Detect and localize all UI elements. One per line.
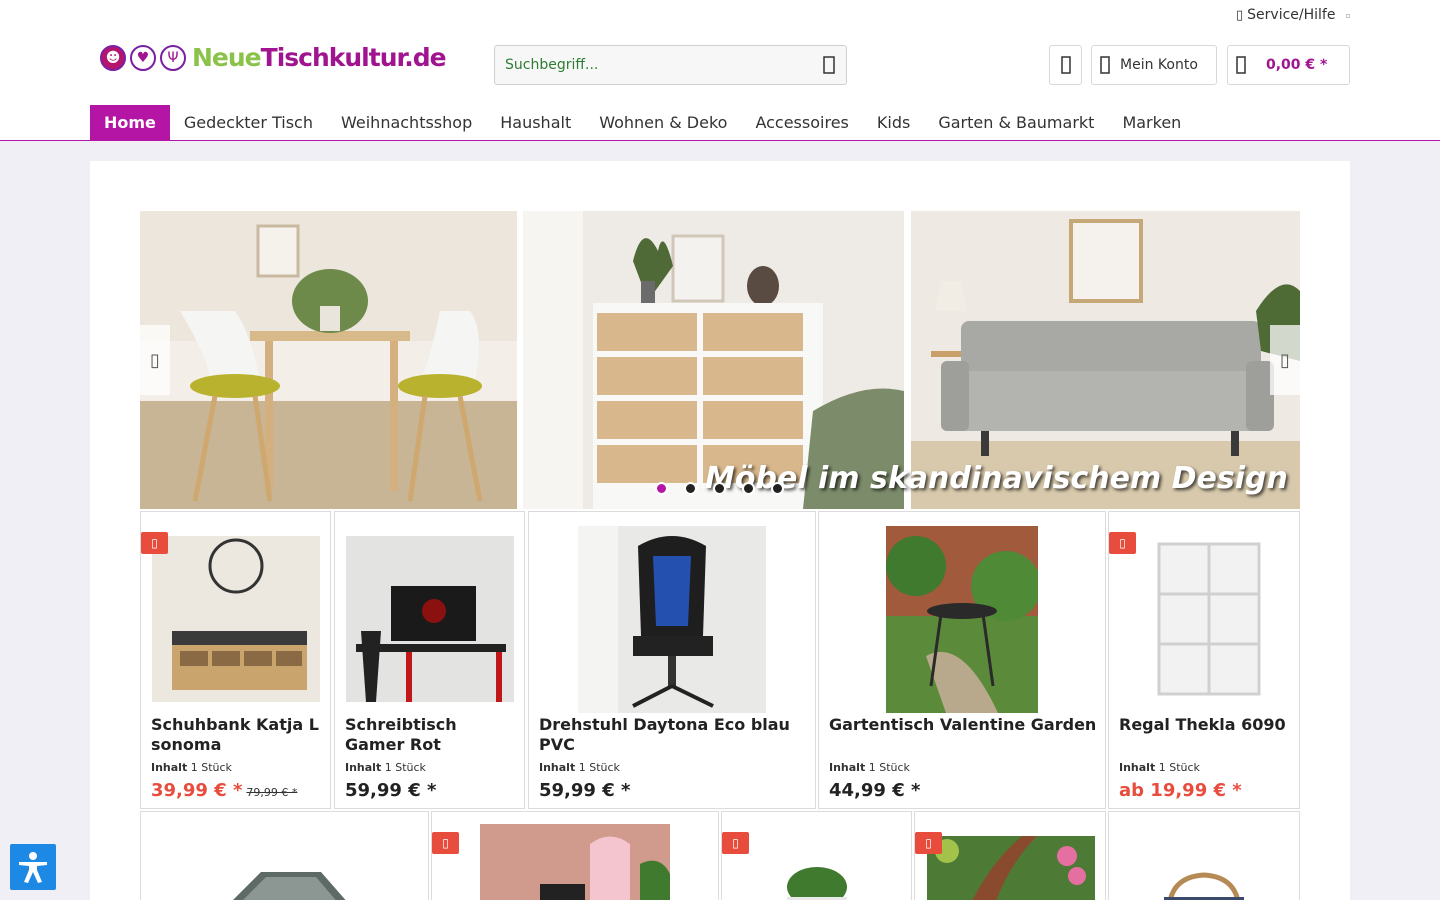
product-content: Inhalt 1 Stück	[539, 761, 620, 774]
slider-dot[interactable]	[771, 482, 784, 495]
product-content: Inhalt 1 Stück	[151, 761, 232, 774]
product-image	[1164, 872, 1244, 900]
wishlist-button[interactable]	[1049, 45, 1082, 85]
nav-underline	[0, 140, 1440, 141]
nav-item-garten-baumarkt[interactable]: Garten & Baumarkt	[924, 105, 1108, 140]
slider-prev-button[interactable]: ▯	[140, 325, 170, 395]
product-name[interactable]: Schuhbank Katja L sonoma	[151, 715, 326, 755]
product-card[interactable]	[140, 811, 429, 900]
product-image	[886, 526, 1038, 713]
product-image	[152, 536, 320, 702]
product-card[interactable]: ▯ Schuhbank Katja L sonoma Inhalt 1 Stüc…	[140, 511, 331, 809]
product-image	[927, 836, 1095, 900]
slider-dot[interactable]	[655, 482, 668, 495]
discount-badge: ▯	[432, 832, 459, 854]
nav-item-kids[interactable]: Kids	[863, 105, 924, 140]
search-input[interactable]	[495, 46, 812, 84]
question-icon: ▯	[1236, 7, 1244, 23]
product-card[interactable]	[1108, 811, 1300, 900]
discount-badge: ▯	[722, 832, 749, 854]
product-price: ab 19,99 € *	[1119, 780, 1242, 801]
product-card[interactable]: ▯ Regal Thekla 6090 Inhalt 1 Stück ab 19…	[1108, 511, 1300, 809]
product-name[interactable]: Schreibtisch Gamer Rot	[345, 715, 520, 755]
heart-icon	[1060, 56, 1071, 74]
slide-caption: Möbel im skandinavischem Design	[705, 461, 1288, 496]
product-image	[578, 526, 766, 713]
product-card[interactable]: Gartentisch Valentine Garden Inhalt 1 St…	[818, 511, 1106, 809]
header: ▯ Service/Hilfe ▫ ☻ ♥ Ψ NeueTischkultur.…	[0, 0, 1440, 140]
search-button[interactable]	[812, 46, 846, 84]
product-image	[787, 867, 847, 900]
logo[interactable]: ☻ ♥ Ψ NeueTischkultur.de	[100, 43, 447, 72]
logo-text: NeueTischkultur.de	[192, 43, 447, 72]
nav-item-marken[interactable]: Marken	[1108, 105, 1195, 140]
product-price: 59,99 € *	[345, 780, 437, 801]
nav-item-accessoires[interactable]: Accessoires	[741, 105, 862, 140]
dining-illustration	[140, 211, 517, 509]
product-name[interactable]: Gartentisch Valentine Garden	[829, 715, 1099, 735]
product-price: 59,99 € *	[539, 780, 631, 801]
slide-image-dining	[140, 211, 517, 509]
slider-dot[interactable]	[742, 482, 755, 495]
search-icon	[823, 56, 835, 74]
chevron-down-icon: ▫	[1345, 10, 1351, 20]
product-image	[346, 536, 514, 702]
product-content: Inhalt 1 Stück	[345, 761, 426, 774]
chevron-left-icon: ▯	[150, 349, 160, 371]
old-price: 79,99 € *	[246, 786, 298, 799]
logo-icon-1: ☻	[100, 44, 126, 71]
account-button[interactable]: Mein Konto	[1091, 45, 1217, 85]
product-card[interactable]: ▯	[721, 811, 912, 900]
accessibility-button[interactable]	[10, 844, 56, 890]
product-name[interactable]: Drehstuhl Daytona Eco blau PVC	[539, 715, 809, 755]
hero-slider[interactable]: Möbel im skandinavischem Design ▯ ▯	[140, 211, 1300, 509]
slider-next-button[interactable]: ▯	[1270, 325, 1300, 395]
product-name[interactable]: Regal Thekla 6090	[1119, 715, 1294, 735]
product-card[interactable]: Schreibtisch Gamer Rot Inhalt 1 Stück 59…	[334, 511, 525, 809]
chevron-right-icon: ▯	[1280, 349, 1290, 371]
cart-icon	[1236, 56, 1246, 74]
account-label: Mein Konto	[1120, 57, 1198, 73]
cart-amount: 0,00 € *	[1266, 57, 1328, 73]
slider-dot[interactable]	[713, 482, 726, 495]
discount-badge: ▯	[141, 532, 168, 554]
discount-badge: ▯	[1109, 532, 1136, 554]
nav-item-weihnachtsshop[interactable]: Weihnachtsshop	[327, 105, 486, 140]
product-content: Inhalt 1 Stück	[829, 761, 910, 774]
discount-badge: ▯	[915, 832, 942, 854]
product-image	[480, 824, 670, 900]
user-icon	[1100, 56, 1110, 74]
search-bar	[494, 45, 847, 85]
logo-icon-3: Ψ	[160, 44, 186, 71]
product-price: 39,99 € * 79,99 € *	[151, 780, 298, 801]
slider-dot[interactable]	[684, 482, 697, 495]
product-price: 44,99 € *	[829, 780, 921, 801]
nav-item-haushalt[interactable]: Haushalt	[486, 105, 585, 140]
product-card[interactable]: ▯	[431, 811, 719, 900]
nav-item-gedeckter-tisch[interactable]: Gedeckter Tisch	[170, 105, 327, 140]
service-menu[interactable]: ▯ Service/Hilfe ▫	[1236, 7, 1351, 23]
product-card[interactable]: ▯	[914, 811, 1106, 900]
cart-button[interactable]: 0,00 € *	[1227, 45, 1350, 85]
main-nav: Home Gedeckter Tisch Weihnachtsshop Haus…	[90, 105, 1195, 140]
logo-icon-2: ♥	[130, 44, 156, 71]
product-image	[233, 872, 346, 900]
slider-dots	[655, 482, 784, 495]
product-content: Inhalt 1 Stück	[1119, 761, 1200, 774]
product-image	[1139, 536, 1279, 702]
product-card[interactable]: Drehstuhl Daytona Eco blau PVC Inhalt 1 …	[528, 511, 816, 809]
nav-item-wohnen-deko[interactable]: Wohnen & Deko	[585, 105, 741, 140]
accessibility-icon	[19, 852, 47, 883]
service-label: Service/Hilfe	[1247, 7, 1336, 23]
nav-item-home[interactable]: Home	[90, 105, 170, 140]
